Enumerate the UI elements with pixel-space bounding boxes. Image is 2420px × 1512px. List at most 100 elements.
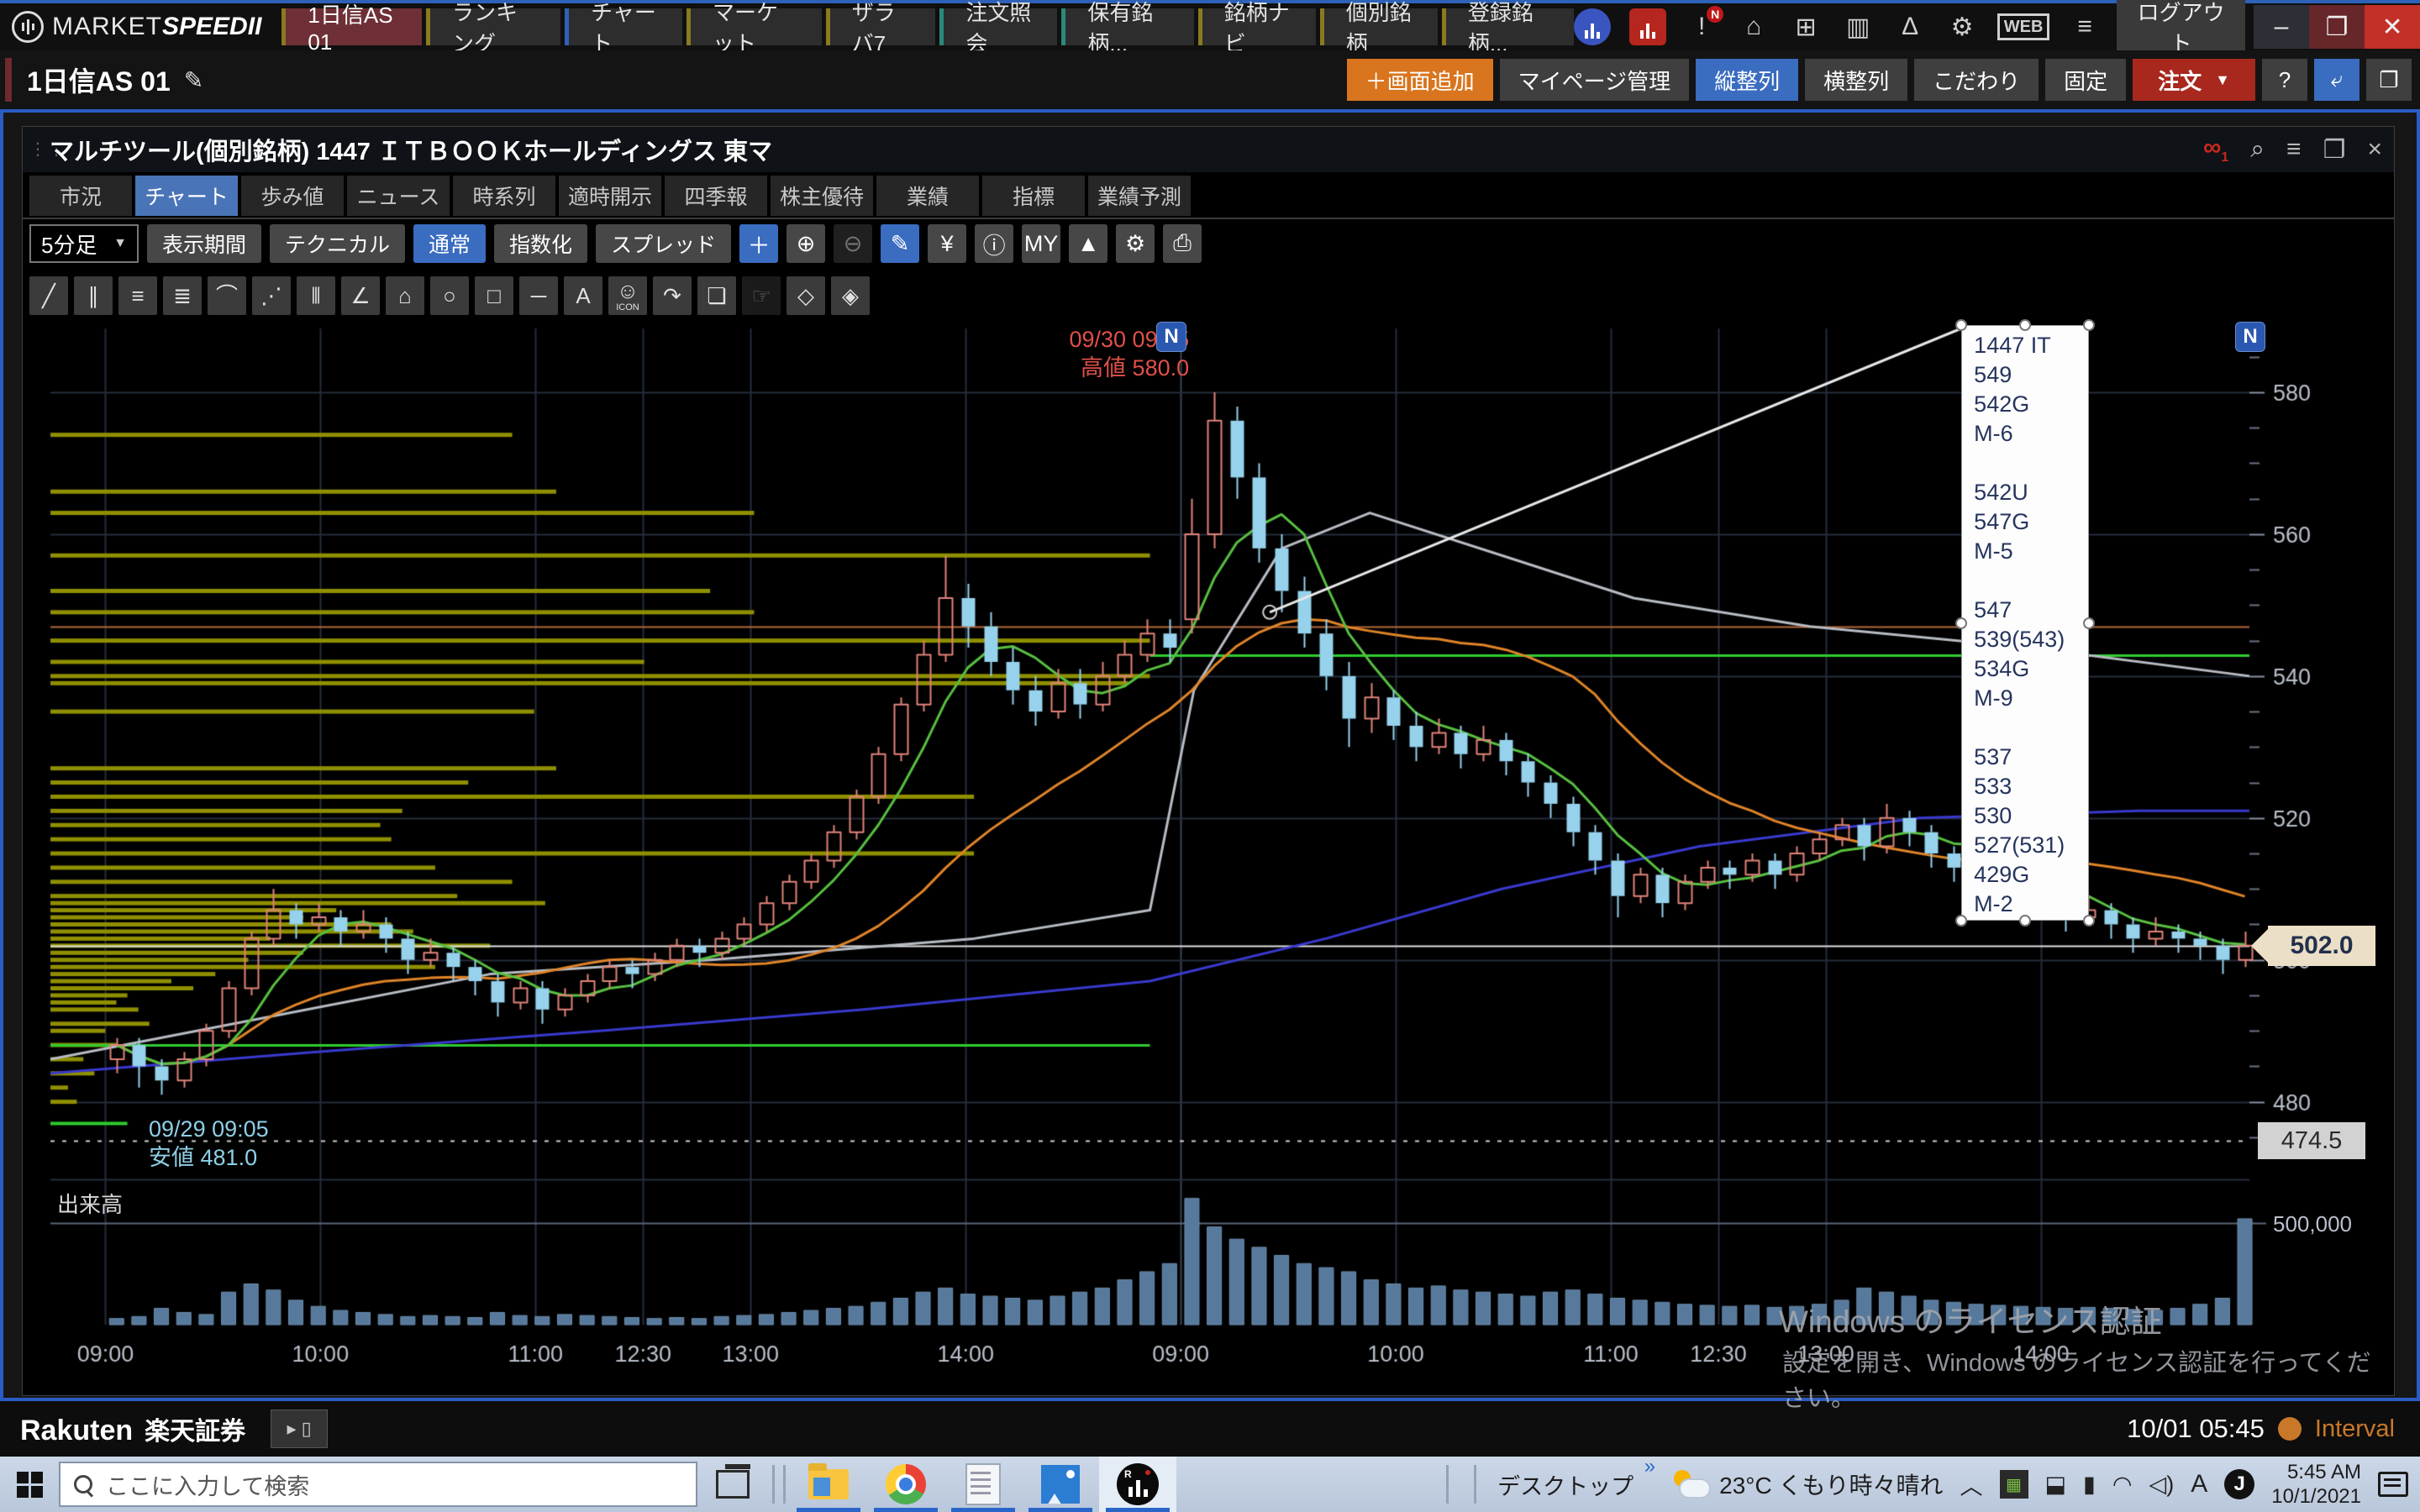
- minimize-button[interactable]: –: [2254, 5, 2309, 49]
- home-icon[interactable]: ⌂: [1737, 13, 1770, 41]
- menu-icon[interactable]: ≡: [2068, 13, 2102, 41]
- taskbar-search-input[interactable]: ここに入力して検索: [59, 1462, 697, 1507]
- horizontal-lines-icon[interactable]: ≡: [118, 276, 157, 315]
- top-tab-ランキング[interactable]: ランキング: [426, 8, 560, 45]
- cascade-icon[interactable]: ❐: [2323, 135, 2346, 165]
- fan-lines-icon[interactable]: ⋰: [252, 276, 291, 315]
- icon-stamp-icon[interactable]: ☺ICON: [608, 276, 647, 315]
- window-tab-業績[interactable]: 業績: [876, 176, 979, 216]
- area-chart-icon[interactable]: ▲: [1069, 224, 1107, 263]
- copy-icon[interactable]: ❏: [697, 276, 736, 315]
- zoom-in-icon[interactable]: ⊕: [786, 224, 825, 263]
- align-horizontal-button[interactable]: 横整列: [1805, 59, 1907, 101]
- taskbar-clock[interactable]: 5:45 AM 10/1/2021: [2271, 1460, 2361, 1509]
- window-tab-市況[interactable]: 市況: [29, 176, 132, 216]
- pentagon-icon[interactable]: ⌂: [386, 276, 424, 315]
- ime-mode-j[interactable]: J: [2224, 1469, 2254, 1499]
- restore-button[interactable]: ❐: [2309, 5, 2365, 49]
- tray-volume-icon[interactable]: ◁): [2149, 1472, 2174, 1498]
- chart-annotation-box[interactable]: 1447 IT549542GM-6 542U547GM-5 547539(543…: [1961, 325, 2089, 921]
- mode-通常[interactable]: 通常: [413, 224, 486, 263]
- tray-camera-icon[interactable]: ⬓: [2045, 1472, 2067, 1498]
- top-tab-ザラバ7[interactable]: ザラバ7: [826, 8, 936, 45]
- selection-handle[interactable]: [2083, 617, 2095, 629]
- help-button[interactable]: ?: [2262, 59, 2307, 101]
- add-screen-button[interactable]: ＋画面追加: [1347, 59, 1493, 101]
- panel-icon[interactable]: ▥: [1841, 13, 1875, 42]
- menu-icon[interactable]: ≡: [2286, 135, 2302, 164]
- weather-widget[interactable]: 23°C くもり時々晴れ: [1672, 1467, 1943, 1501]
- mypage-manage-button[interactable]: マイページ管理: [1500, 59, 1689, 101]
- desktop-toolbar-label[interactable]: デスクトップ»: [1497, 1468, 1655, 1501]
- window-tab-チャート[interactable]: チャート: [135, 176, 238, 216]
- parallel-line-icon[interactable]: ∥: [74, 276, 113, 315]
- bell-icon[interactable]: Δ: [1893, 13, 1927, 41]
- window-tab-適時開示[interactable]: 適時開示: [559, 176, 661, 216]
- cascade-button[interactable]: ❐: [2366, 59, 2412, 101]
- news-marker-icon[interactable]: N: [1156, 322, 1186, 352]
- toolbar-テクニカル[interactable]: テクニカル: [270, 224, 405, 263]
- statusbar-panel-button[interactable]: ▸ ▯: [271, 1410, 328, 1448]
- task-view-button[interactable]: [716, 1470, 750, 1499]
- taskbar-app-notepad[interactable]: [944, 1457, 1022, 1512]
- ime-mode-a[interactable]: A: [2191, 1470, 2207, 1499]
- news-marker-icon[interactable]: N: [2235, 322, 2265, 352]
- order-button[interactable]: 注文▼: [2133, 59, 2255, 101]
- selection-handle[interactable]: [2083, 319, 2095, 331]
- window-titlebar[interactable]: ⋮⋮ マルチツール(個別銘柄) 1447 ＩＴＢＯＯＫホールディングス 東マ ∞…: [23, 127, 2394, 172]
- alert-icon[interactable]: !N: [1685, 13, 1718, 41]
- top-tab-保有銘柄...[interactable]: 保有銘柄...: [1061, 8, 1193, 45]
- window-tab-四季報[interactable]: 四季報: [665, 176, 767, 216]
- vertical-lines-icon[interactable]: ⦀: [297, 276, 335, 315]
- web-icon[interactable]: WEB: [1997, 13, 2049, 40]
- action-center-icon[interactable]: [2378, 1472, 2408, 1497]
- chart-pulse-blue-icon[interactable]: [1574, 8, 1611, 45]
- drag-grip-icon[interactable]: ⋮⋮: [29, 146, 41, 154]
- angle-line-icon[interactable]: ∠: [341, 276, 380, 315]
- edit-pencil-icon[interactable]: ✎: [184, 66, 203, 94]
- mode-指数化[interactable]: 指数化: [494, 224, 587, 263]
- text-icon[interactable]: A: [564, 276, 602, 315]
- top-tab-銘柄ナビ[interactable]: 銘柄ナビ: [1198, 8, 1316, 45]
- eraser-all-icon[interactable]: ◈: [831, 276, 870, 315]
- info-icon[interactable]: ⓘ: [975, 224, 1013, 263]
- selection-handle[interactable]: [1955, 319, 1967, 331]
- chart-pulse-red-icon[interactable]: [1629, 8, 1666, 45]
- kodawari-button[interactable]: こだわり: [1914, 59, 2039, 101]
- zoom-out-icon[interactable]: ⊖: [834, 224, 872, 263]
- top-tab-注文照会[interactable]: 注文照会: [939, 8, 1057, 45]
- print-icon[interactable]: ⎙: [1163, 224, 1202, 263]
- wrench-icon[interactable]: ⚙: [1116, 224, 1155, 263]
- taskbar-app-file-explorer[interactable]: [790, 1457, 867, 1512]
- hand-icon[interactable]: ☞: [742, 276, 781, 315]
- arc-icon[interactable]: ⌒: [208, 276, 246, 315]
- add-window-icon[interactable]: ⊞: [1789, 13, 1823, 42]
- top-tab-登録銘柄...[interactable]: 登録銘柄...: [1442, 8, 1574, 45]
- window-tab-指標[interactable]: 指標: [982, 176, 1085, 216]
- period-select[interactable]: 5分足▼: [29, 224, 139, 263]
- window-tab-業績予測[interactable]: 業績予測: [1088, 176, 1191, 216]
- window-tab-ニュース[interactable]: ニュース: [347, 176, 450, 216]
- hidden-icons-chevron[interactable]: ︿: [1960, 1468, 1983, 1501]
- close-button[interactable]: ✕: [2365, 5, 2420, 49]
- jump-button[interactable]: ⤶: [2314, 59, 2360, 101]
- top-tab-マーケット[interactable]: マーケット: [687, 8, 822, 45]
- horizontal-lines4-icon[interactable]: ≣: [163, 276, 202, 315]
- top-tab-1日信AS 01[interactable]: 1日信AS 01: [281, 8, 422, 45]
- top-tab-個別銘柄[interactable]: 個別銘柄: [1320, 8, 1438, 45]
- icon-arrow-icon[interactable]: ↷: [653, 276, 692, 315]
- top-tab-チャート[interactable]: チャート: [565, 8, 682, 45]
- start-button[interactable]: [0, 1457, 59, 1512]
- window-tab-時系列[interactable]: 時系列: [453, 176, 555, 216]
- crosshair-icon[interactable]: ＋: [739, 224, 778, 263]
- yen-icon[interactable]: ¥: [928, 224, 966, 263]
- tray-wifi-icon[interactable]: ◠: [2112, 1472, 2133, 1498]
- window-tab-歩み値[interactable]: 歩み値: [241, 176, 344, 216]
- tray-battery-icon[interactable]: ▮: [2083, 1472, 2096, 1498]
- close-icon[interactable]: ×: [2367, 135, 2382, 164]
- selection-handle[interactable]: [1955, 617, 1967, 629]
- ellipse-icon[interactable]: ○: [430, 276, 469, 315]
- search-icon[interactable]: ⌕: [2250, 135, 2265, 164]
- rectangle-icon[interactable]: □: [475, 276, 513, 315]
- settings-gear-icon[interactable]: ⚙: [1945, 13, 1979, 42]
